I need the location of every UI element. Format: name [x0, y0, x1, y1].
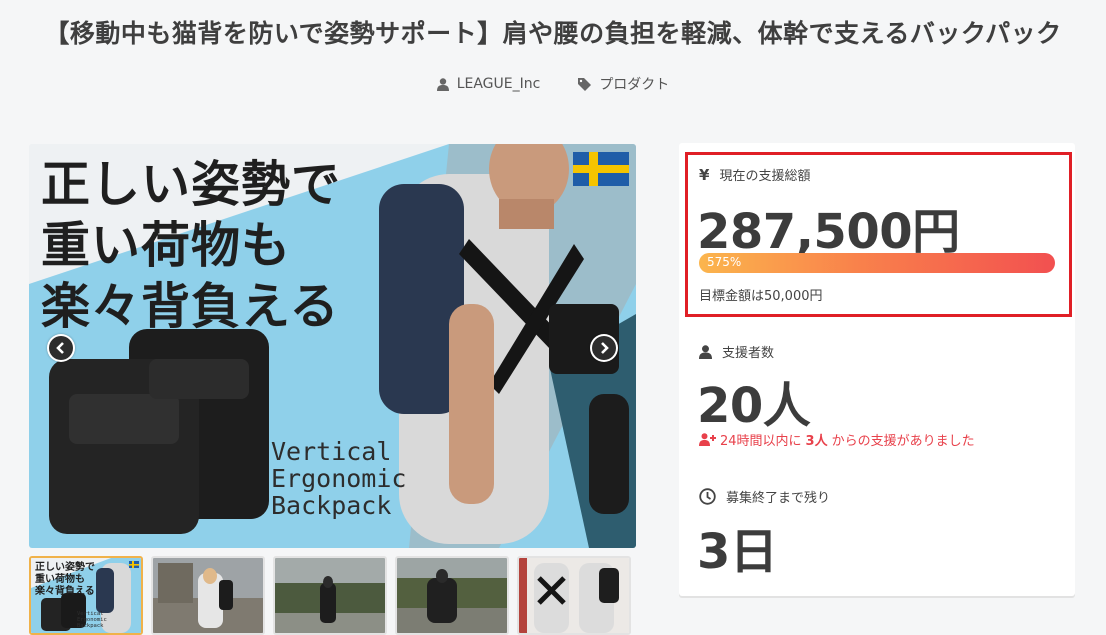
category-link[interactable]: プロダクト: [578, 74, 669, 94]
thumb-brand-line-3: Backpack: [77, 623, 104, 629]
tag-icon: [578, 77, 592, 91]
clock-icon: [699, 488, 716, 505]
hero-line-1: 正しい姿勢で: [41, 156, 342, 213]
thumbnail-1[interactable]: 正しい姿勢で 重い荷物も 楽々背負える Vertical Ergonomic B…: [29, 556, 143, 635]
thumbnail-2-image: [153, 558, 263, 633]
recent-prefix: 24時間以内に: [720, 434, 802, 449]
hero-line-3: 楽々背負える: [41, 278, 340, 335]
thumb-hero-line-1: 正しい姿勢で: [35, 560, 95, 573]
gallery-prev-button[interactable]: [47, 334, 75, 362]
project-meta: LEAGUE_Inc プロダクト: [0, 74, 1106, 94]
project-title: 【移動中も猫背を防いで姿勢サポート】肩や腰の負担を軽減、体幹で支えるバックパック: [44, 19, 1062, 48]
thumb-hero-line-3: 楽々背負える: [34, 584, 95, 597]
author-link[interactable]: LEAGUE_Inc: [436, 74, 541, 94]
users-plus-icon: [699, 433, 716, 446]
brand-text: Vertical Ergonomic Backpack: [271, 438, 406, 519]
remaining-label: 募集終了まで残り: [699, 487, 830, 506]
thumbnail-4[interactable]: [395, 556, 509, 635]
thumbnail-4-image: [397, 558, 507, 633]
recent-suffix: からの支援がありました: [831, 434, 975, 449]
recent-backers-note: 24時間以内に 3人 からの支援がありました: [699, 430, 975, 449]
brand-line-3: Backpack: [271, 491, 392, 520]
thumbnail-5[interactable]: [517, 556, 631, 635]
user-icon: [699, 344, 712, 359]
thumbnail-3[interactable]: [273, 556, 387, 635]
main-project-image[interactable]: 正しい姿勢で 重い荷物も 楽々背負える Vertical Ergonomic B…: [29, 144, 636, 548]
thumb-hero-line-2: 重い荷物も: [35, 572, 85, 585]
backers-label-text: 支援者数: [722, 346, 775, 361]
remaining-value: 3日: [697, 524, 778, 580]
thumbnail-5-image: [519, 558, 629, 633]
backers-value: 20人: [697, 378, 811, 434]
author-name: LEAGUE_Inc: [456, 76, 541, 92]
highlight-box: [685, 152, 1072, 317]
hero-line-2: 重い荷物も: [41, 217, 292, 274]
brand-line-1: Vertical: [271, 437, 392, 466]
remaining-label-text: 募集終了まで残り: [726, 491, 831, 506]
hero-headline: 正しい姿勢で 重い荷物も 楽々背負える: [41, 154, 341, 337]
recent-count: 3人: [805, 434, 828, 449]
gallery-next-button[interactable]: [590, 334, 618, 362]
category-name: プロダクト: [599, 77, 670, 93]
chevron-right-icon: [601, 342, 609, 354]
user-icon: [436, 77, 449, 91]
thumbnail-strip: 正しい姿勢で 重い荷物も 楽々背負える Vertical Ergonomic B…: [29, 556, 631, 635]
brand-line-2: Ergonomic: [271, 464, 407, 493]
chevron-left-icon: [56, 342, 64, 354]
backers-label: 支援者数: [699, 342, 774, 361]
thumbnail-2[interactable]: [151, 556, 265, 635]
sweden-flag-icon: [573, 152, 629, 186]
thumbnail-3-image: [275, 558, 385, 633]
thumbnail-1-image: 正しい姿勢で 重い荷物も 楽々背負える Vertical Ergonomic B…: [31, 558, 141, 633]
